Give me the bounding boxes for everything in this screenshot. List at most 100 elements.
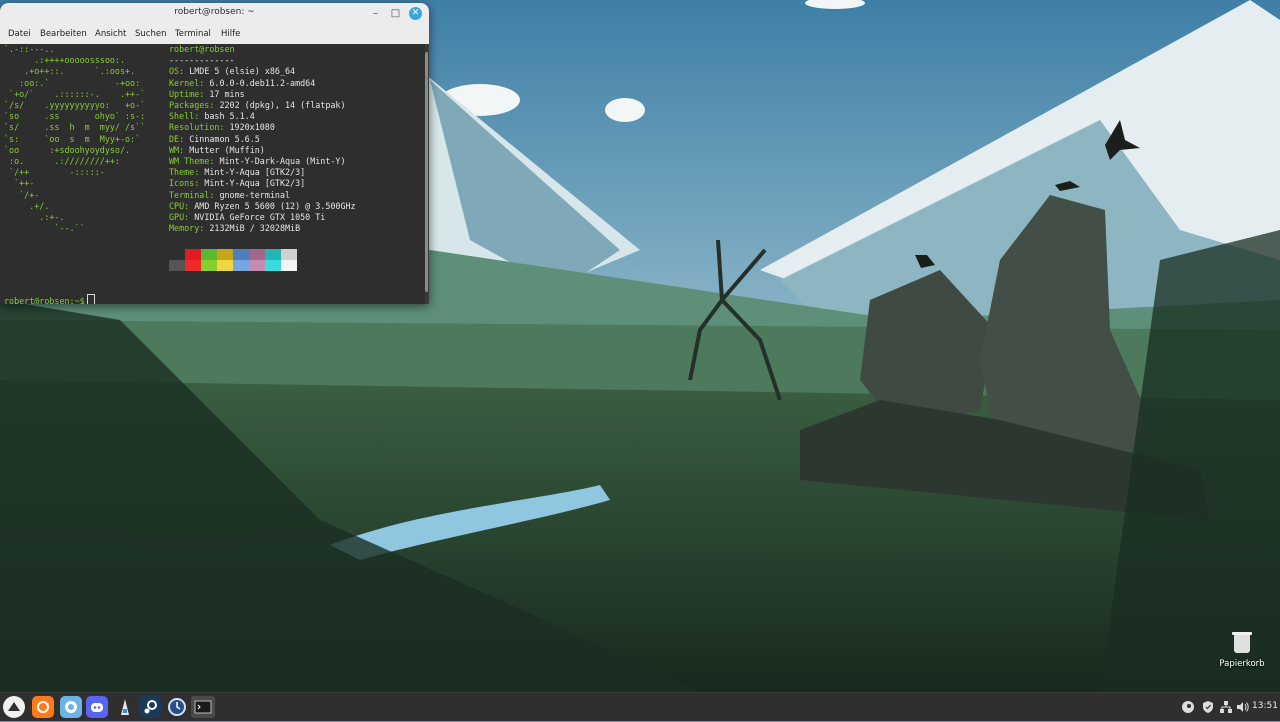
clock[interactable]: 13:51 — [1252, 701, 1278, 711]
neofetch-user: robert@robsen — [169, 44, 235, 54]
color-swatch — [217, 249, 233, 260]
terminal-window[interactable]: robert@robsen: ~ – □ ✕ Datei Bearbeiten … — [0, 3, 429, 304]
color-swatch — [233, 260, 249, 271]
taskbar: 13:51 — [0, 692, 1280, 721]
info-key: GPU — [169, 212, 185, 222]
info-row: DE: Cinnamon 5.6.5 — [169, 134, 260, 145]
info-key: DE — [169, 133, 180, 144]
info-value: NVIDIA GeForce GTX 1050 Ti — [194, 212, 326, 222]
info-row: Kernel: 6.0.0-0.deb11.2-amd64 — [169, 78, 315, 89]
info-colon: : — [179, 144, 190, 155]
color-swatch — [201, 260, 217, 271]
logo-line: `s: `oo s m Myy+-o:` — [4, 133, 141, 144]
maximize-button[interactable]: □ — [388, 6, 403, 21]
info-colon: : — [194, 111, 205, 122]
info-key: WM — [169, 144, 180, 155]
firefox-icon[interactable] — [32, 696, 54, 718]
info-key: OS — [169, 66, 180, 77]
info-value: Mint-Y-Aqua [GTK2/3] — [204, 178, 306, 189]
network-icon[interactable] — [1219, 699, 1233, 713]
info-key: Terminal — [169, 189, 210, 200]
color-swatch — [281, 260, 297, 271]
scrollbar-thumb[interactable] — [425, 52, 428, 292]
info-value: Mutter (Muffin) — [189, 144, 265, 155]
info-value: 2132MiB / 32028MiB — [209, 223, 301, 234]
info-colon: : — [209, 156, 220, 166]
info-colon: : — [179, 133, 190, 144]
menu-icon[interactable] — [3, 696, 25, 718]
info-key: Uptime — [169, 88, 200, 99]
color-swatch — [281, 249, 297, 260]
software-icon[interactable] — [114, 696, 136, 718]
neofetch-separator: ------------- — [169, 55, 235, 65]
info-key: Resolution — [169, 122, 220, 133]
menu-bearbeiten[interactable]: Bearbeiten — [40, 29, 87, 39]
window-titlebar[interactable]: robert@robsen: ~ – □ ✕ — [0, 3, 429, 24]
steam-tray-icon[interactable] — [1181, 699, 1195, 713]
shield-icon[interactable] — [1201, 699, 1215, 713]
logo-line: `oo :+sdoohyoydyso/. — [4, 144, 131, 155]
info-value: AMD Ryzen 5 5600 (12) @ 3.500GHz — [194, 200, 356, 211]
info-key: CPU — [169, 200, 185, 211]
trash-label: Papierkorb — [1219, 659, 1265, 669]
color-swatch — [217, 260, 233, 271]
color-swatch — [169, 260, 185, 271]
desktop-icon-trash[interactable]: Papierkorb — [1216, 632, 1268, 669]
color-swatch — [169, 249, 185, 260]
info-row: Shell: bash 5.1.4 — [169, 111, 255, 122]
shell-prompt[interactable]: robert@robsen:~$ — [4, 294, 95, 304]
menu-terminal[interactable]: Terminal — [175, 29, 211, 39]
window-title: robert@robsen: ~ — [174, 7, 255, 17]
info-colon: : — [199, 77, 210, 88]
info-key: Icons — [169, 178, 195, 189]
info-key: Packages — [169, 100, 210, 110]
logo-line: `so .ss ohyo` :s-: — [4, 111, 146, 122]
trash-icon — [1232, 632, 1252, 653]
terminal-output[interactable]: `.-::---.. .:++++ooooosssoo:. .+o++::. `… — [0, 44, 425, 304]
logo-line: `s/ .ss h m myy/ /s`` — [4, 122, 146, 133]
info-colon: : — [209, 189, 220, 200]
menu-ansicht[interactable]: Ansicht — [95, 29, 126, 39]
info-colon: : — [184, 212, 195, 222]
info-value: 6.0.0-0.deb11.2-amd64 — [209, 77, 316, 88]
logo-line: `--.`` — [4, 223, 85, 234]
info-colon: : — [179, 66, 190, 77]
minimize-button[interactable]: – — [368, 6, 383, 21]
menu-hilfe[interactable]: Hilfe — [221, 29, 240, 39]
files-icon[interactable] — [60, 696, 82, 718]
steam-icon[interactable] — [139, 696, 161, 718]
info-row: Memory: 2132MiB / 32028MiB — [169, 223, 300, 234]
info-row: Theme: Mint-Y-Aqua [GTK2/3] — [169, 167, 305, 178]
info-value: 2202 (dpkg), 14 (flatpak) — [219, 100, 346, 110]
info-key: Memory — [169, 223, 200, 234]
volume-icon[interactable] — [1236, 699, 1250, 713]
timeshift-icon[interactable] — [166, 696, 188, 718]
info-key: Shell — [169, 111, 195, 122]
logo-line: :o. .:////////++: — [4, 156, 120, 166]
terminal-icon[interactable] — [191, 696, 215, 718]
info-colon: : — [194, 178, 205, 189]
discord-icon[interactable] — [86, 696, 108, 718]
logo-line: `+o/` .::::::-. .++-` — [4, 88, 146, 99]
menu-datei[interactable]: Datei — [8, 29, 31, 39]
info-colon: : — [194, 167, 205, 178]
info-value: 1920x1080 — [229, 122, 275, 133]
info-row: Terminal: gnome-terminal — [169, 190, 290, 201]
color-swatch — [249, 249, 265, 260]
info-colon: : — [219, 122, 230, 133]
close-button[interactable]: ✕ — [409, 7, 422, 20]
info-value: Cinnamon 5.6.5 — [189, 133, 260, 144]
menu-suchen[interactable]: Suchen — [135, 29, 166, 39]
info-row: GPU: NVIDIA GeForce GTX 1050 Ti — [169, 212, 325, 223]
prompt-text: robert@robsen:~$ — [4, 296, 85, 304]
info-row: Packages: 2202 (dpkg), 14 (flatpak) — [169, 100, 346, 111]
logo-line: .:+-. — [4, 212, 65, 222]
color-swatch — [265, 249, 281, 260]
info-row: OS: LMDE 5 (elsie) x86_64 — [169, 66, 295, 77]
logo-line: `/s/ .yyyyyyyyyyo: +o-` — [4, 100, 146, 110]
logo-line: `.-::---.. — [4, 44, 55, 54]
info-row: Icons: Mint-Y-Aqua [GTK2/3] — [169, 178, 305, 189]
scrollbar[interactable] — [425, 44, 429, 304]
info-row: CPU: AMD Ryzen 5 5600 (12) @ 3.500GHz — [169, 201, 356, 212]
logo-line: :oo:.` -+oo: — [4, 77, 141, 88]
